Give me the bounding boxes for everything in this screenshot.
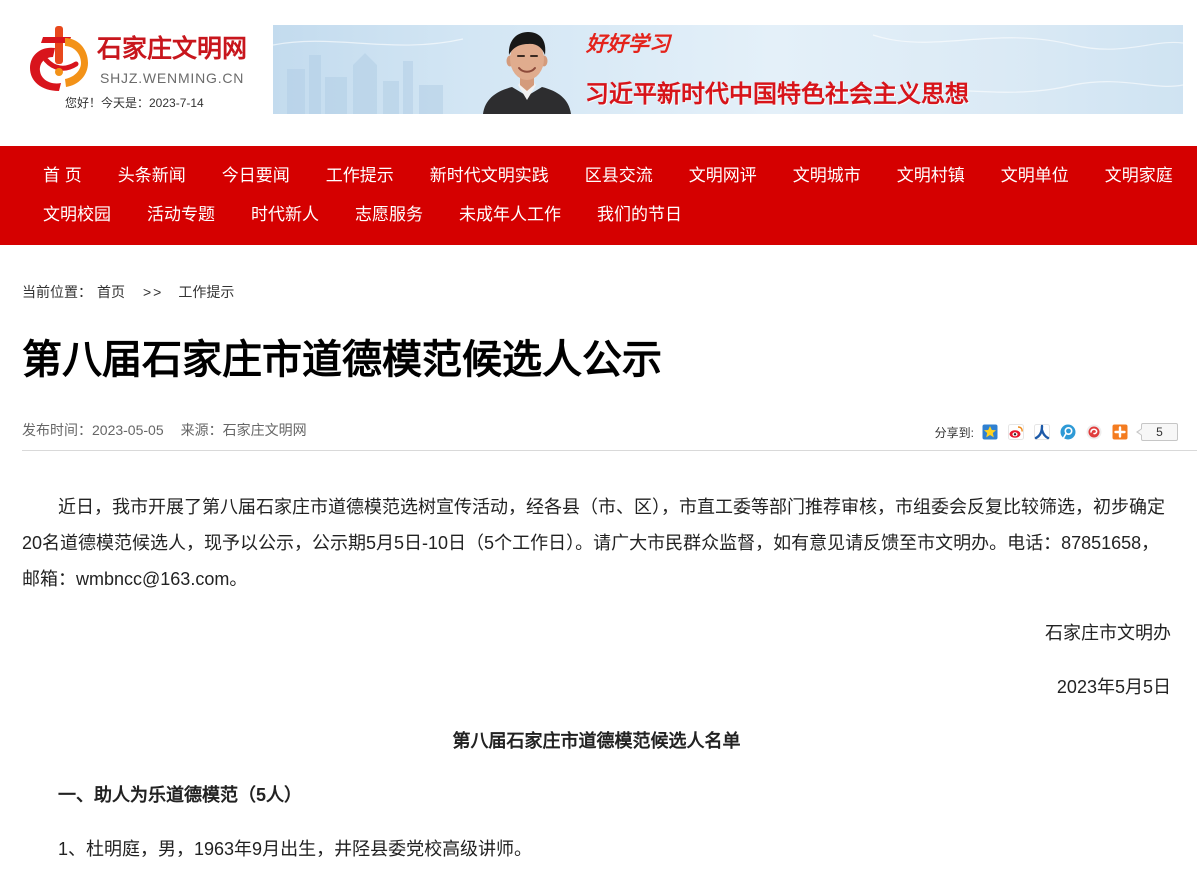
site-header: 石家庄文明网 SHJZ.WENMING.CN 您好！今天是：2023-7-14 bbox=[0, 0, 1197, 146]
main-navigation: 首 页 头条新闻 今日要闻 工作提示 新时代文明实践 区县交流 文明网评 文明城… bbox=[0, 146, 1197, 245]
nav-item-civilized-city[interactable]: 文明城市 bbox=[793, 156, 861, 195]
share-bar: 分享到: 5 bbox=[935, 419, 1178, 441]
date-greeting: 您好！今天是：2023-7-14 bbox=[65, 96, 204, 110]
publish-label: 发布时间： bbox=[22, 422, 92, 438]
meta-divider bbox=[22, 450, 1197, 451]
signature-date: 2023年5月5日 bbox=[1056, 677, 1171, 697]
breadcrumb-home-link[interactable]: 首页 bbox=[97, 284, 125, 300]
nav-item-new-era-people[interactable]: 时代新人 bbox=[251, 195, 319, 234]
source-name: 石家庄文明网 bbox=[222, 422, 307, 438]
share-count-badge: 5 bbox=[1136, 423, 1178, 441]
publish-info: 发布时间：2023-05-05 来源：石家庄文明网 bbox=[22, 420, 307, 440]
nav-item-festivals[interactable]: 我们的节日 bbox=[597, 195, 682, 234]
nav-row-2: 文明校园 活动专题 时代新人 志愿服务 未成年人工作 我们的节日 bbox=[43, 195, 1197, 234]
article-meta: 发布时间：2023-05-05 来源：石家庄文明网 分享到: 5 bbox=[22, 418, 1197, 442]
site-name[interactable]: 石家庄文明网 bbox=[97, 33, 247, 65]
nav-item-volunteer[interactable]: 志愿服务 bbox=[355, 195, 423, 234]
breadcrumb-prefix: 当前位置： bbox=[22, 284, 92, 300]
publish-date: 2023-05-05 bbox=[92, 422, 164, 438]
nav-item-civilization-practice[interactable]: 新时代文明实践 bbox=[430, 156, 549, 195]
banner-slogan-top: 好好学习 bbox=[586, 33, 670, 56]
banner[interactable]: 好好学习 习近平新时代中国特色社会主义思想 bbox=[273, 25, 1183, 114]
breadcrumb-separator: >> bbox=[143, 284, 164, 300]
nav-item-civilized-family[interactable]: 文明家庭 bbox=[1105, 156, 1173, 195]
nav-item-work-tips[interactable]: 工作提示 bbox=[326, 156, 394, 195]
candidate-list-title: 第八届石家庄市道德模范候选人名单 bbox=[452, 731, 741, 751]
article-main: 当前位置： 首页 >> 工作提示 第八届石家庄市道德模范候选人公示 发布时间：2023… bbox=[0, 282, 1197, 867]
nav-item-headlines[interactable]: 头条新闻 bbox=[118, 156, 186, 195]
breadcrumb: 当前位置： 首页 >> 工作提示 bbox=[22, 282, 1197, 302]
nav-item-civilized-village[interactable]: 文明村镇 bbox=[897, 156, 965, 195]
nav-row-1: 首 页 头条新闻 今日要闻 工作提示 新时代文明实践 区县交流 文明网评 文明城… bbox=[43, 156, 1197, 195]
qzone-icon[interactable] bbox=[982, 424, 998, 440]
breadcrumb-current-link[interactable]: 工作提示 bbox=[178, 284, 234, 300]
site-domain: SHJZ.WENMING.CN bbox=[100, 70, 245, 86]
intro-paragraph: 近日，我市开展了第八届石家庄市道德模范选树宣传活动，经各县（市、区），市直工委等… bbox=[22, 497, 1165, 589]
tencent-weibo-icon[interactable] bbox=[1060, 424, 1076, 440]
signature: 石家庄市文明办 bbox=[1045, 623, 1171, 643]
weibo-icon[interactable] bbox=[1008, 424, 1024, 440]
nav-item-commentary[interactable]: 文明网评 bbox=[689, 156, 757, 195]
nav-item-civilized-unit[interactable]: 文明单位 bbox=[1001, 156, 1069, 195]
nav-item-today-news[interactable]: 今日要闻 bbox=[222, 156, 290, 195]
nav-item-home[interactable]: 首 页 bbox=[43, 156, 82, 195]
more-plus-icon[interactable] bbox=[1112, 424, 1128, 440]
candidate-item: 1、杜明庭，男，1963年9月出生，井陉县委党校高级讲师。 bbox=[58, 839, 533, 859]
renren-icon[interactable] bbox=[1034, 424, 1050, 440]
nav-item-minors[interactable]: 未成年人工作 bbox=[459, 195, 561, 234]
share-label: 分享到: bbox=[934, 425, 974, 440]
site-logo-icon[interactable] bbox=[24, 24, 94, 92]
red-swirl-share-icon[interactable] bbox=[1086, 424, 1102, 440]
banner-slogan-main: 习近平新时代中国特色社会主义思想 bbox=[585, 81, 969, 108]
section-heading: 一、助人为乐道德模范（5人） bbox=[58, 785, 303, 805]
page-title: 第八届石家庄市道德模范候选人公示 bbox=[22, 338, 662, 382]
nav-item-special-topics[interactable]: 活动专题 bbox=[147, 195, 215, 234]
source-label: 来源： bbox=[180, 422, 223, 438]
nav-item-civilized-campus[interactable]: 文明校园 bbox=[43, 195, 111, 234]
nav-item-county-exchange[interactable]: 区县交流 bbox=[585, 156, 653, 195]
leader-portrait-image bbox=[483, 32, 571, 114]
article-body: 近日，我市开展了第八届石家庄市道德模范选树宣传活动，经各县（市、区），市直工委等… bbox=[22, 489, 1197, 867]
